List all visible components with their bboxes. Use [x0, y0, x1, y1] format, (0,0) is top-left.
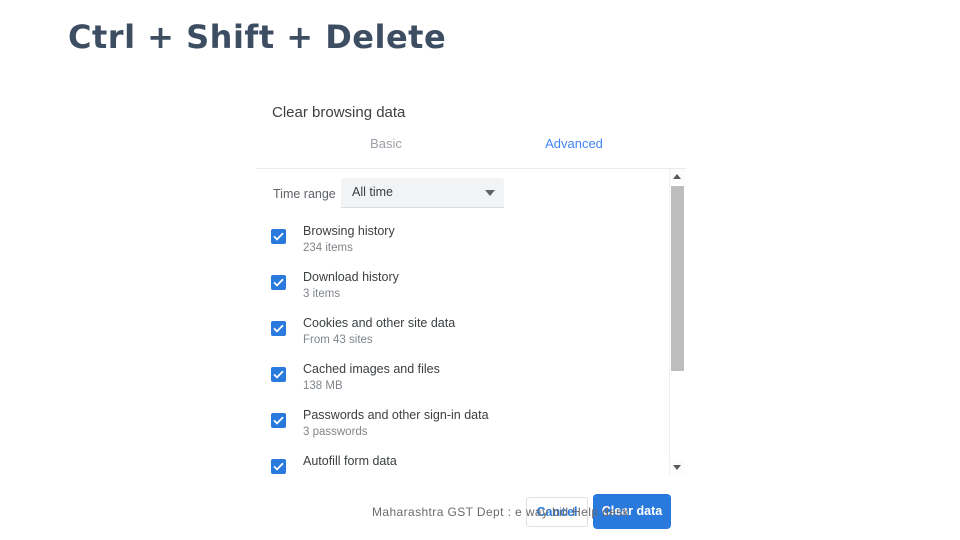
checkbox-autofill-form-data[interactable]	[271, 459, 286, 474]
scroll-up-arrow-icon[interactable]	[670, 169, 685, 184]
list-item-sublabel: 234 items	[303, 242, 353, 254]
list-item-texts: Autofill form data	[303, 451, 397, 470]
check-icon	[273, 416, 284, 425]
check-icon	[273, 324, 284, 333]
time-range-select[interactable]: All time	[341, 178, 504, 208]
checkbox-browsing-history[interactable]	[271, 229, 286, 244]
triangle-up-glyph	[673, 174, 681, 179]
time-range-value: All time	[352, 185, 393, 199]
list-item-label: Cached images and files	[303, 362, 440, 376]
list-item-texts: Passwords and other sign-in data 3 passw…	[303, 405, 489, 441]
time-range-label: Time range	[273, 187, 336, 201]
scrollbar-thumb[interactable]	[671, 186, 684, 371]
scroll-down-arrow-icon[interactable]	[670, 460, 685, 475]
clear-browsing-data-dialog: Clear browsing data Basic Advanced Time …	[256, 92, 686, 475]
list-item-label: Download history	[303, 270, 399, 284]
dialog-title: Clear browsing data	[272, 104, 406, 121]
tab-basic[interactable]: Basic	[316, 136, 456, 151]
checkbox-passwords-signin-data[interactable]	[271, 413, 286, 428]
time-range-row: Time range All time	[256, 169, 670, 221]
list-item[interactable]: Browsing history 234 items	[256, 221, 670, 267]
tab-advanced[interactable]: Advanced	[504, 136, 644, 151]
list-item[interactable]: Autofill form data	[256, 451, 670, 475]
check-icon	[273, 278, 284, 287]
list-item-label: Cookies and other site data	[303, 316, 456, 330]
triangle-down-glyph	[673, 465, 681, 470]
page-title: Ctrl + Shift + Delete	[68, 18, 447, 56]
list-item-texts: Cookies and other site data From 43 site…	[303, 313, 455, 349]
list-item[interactable]: Cookies and other site data From 43 site…	[256, 313, 670, 359]
checkbox-download-history[interactable]	[271, 275, 286, 290]
chevron-down-icon	[485, 190, 495, 196]
dialog-scroll-area: Time range All time Browsing history 234…	[256, 169, 686, 475]
scrollbar-track[interactable]	[670, 184, 685, 460]
list-item-label: Browsing history	[303, 224, 395, 238]
check-icon	[273, 232, 284, 241]
list-item-sublabel: 3 passwords	[303, 426, 368, 438]
dialog-scroll-content: Time range All time Browsing history 234…	[256, 169, 670, 475]
list-item-label: Passwords and other sign-in data	[303, 408, 489, 422]
check-icon	[273, 370, 284, 379]
list-item-texts: Download history 3 items	[303, 267, 399, 303]
list-item[interactable]: Passwords and other sign-in data 3 passw…	[256, 405, 670, 451]
dialog-scrollbar[interactable]	[669, 169, 685, 475]
check-icon	[273, 462, 284, 471]
list-item[interactable]: Download history 3 items	[256, 267, 670, 313]
list-item-label: Autofill form data	[303, 454, 397, 468]
list-item[interactable]: Cached images and files 138 MB	[256, 359, 670, 405]
list-item-sublabel: 3 items	[303, 288, 341, 300]
list-item-texts: Browsing history 234 items	[303, 221, 395, 257]
list-item-sublabel: From 43 sites	[303, 334, 373, 346]
checkbox-cookies-site-data[interactable]	[271, 321, 286, 336]
list-item-sublabel: 138 MB	[303, 380, 343, 392]
checkbox-cached-images-files[interactable]	[271, 367, 286, 382]
watermark-text: Maharashtra GST Dept : e way bill Help d…	[372, 505, 630, 519]
dialog-tabs: Basic Advanced	[256, 136, 686, 166]
list-item-texts: Cached images and files 138 MB	[303, 359, 440, 395]
